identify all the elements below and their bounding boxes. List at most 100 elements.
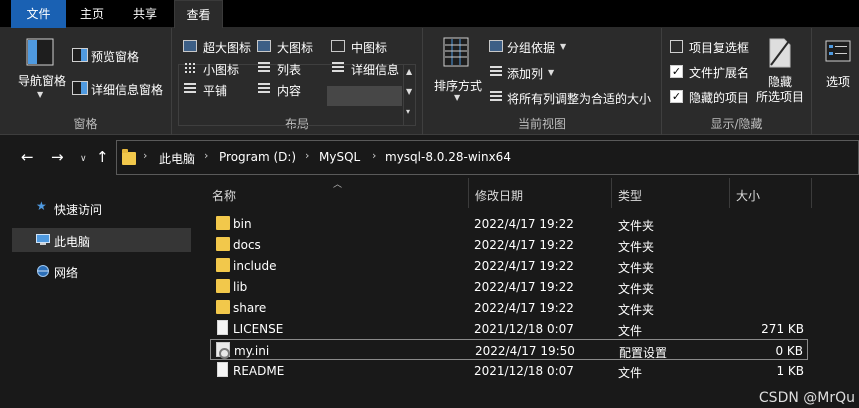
layout-medium[interactable]: 中图标 <box>351 39 387 56</box>
up-arrow-icon[interactable]: ↑ <box>96 149 109 165</box>
nav-pane-icon <box>26 38 54 66</box>
breadcrumb-separator-icon[interactable]: › <box>204 149 208 162</box>
group-label-panes: 窗格 <box>73 117 98 131</box>
layout-content[interactable]: 内容 <box>277 82 301 99</box>
sidebar-item-label: 网络 <box>54 266 79 280</box>
layout-tiles[interactable]: 平铺 <box>203 82 227 99</box>
tab-file[interactable]: 文件 <box>11 0 66 28</box>
layout-extra-large[interactable]: 超大图标 <box>203 39 251 56</box>
breadcrumb-program-d[interactable]: Program (D:) <box>219 150 296 164</box>
file-type: 文件夹 <box>618 282 655 296</box>
breadcrumb-this-pc[interactable]: 此电脑 <box>159 150 195 167</box>
chevron-down-icon: ▼ <box>454 93 461 102</box>
star-icon: ★ <box>36 199 47 213</box>
layout-list[interactable]: 列表 <box>277 61 301 78</box>
selected-items-label: 所选项目 <box>756 90 805 104</box>
tab-share[interactable]: 共享 <box>118 0 172 28</box>
table-row[interactable]: lib 2022/4/17 19:22 文件夹 <box>210 276 808 297</box>
folder-icon <box>122 149 136 165</box>
file-list: ︿ 名称 修改日期 类型 大小 bin 2022/4/17 19:22 文件夹 doc… <box>196 178 859 408</box>
nav-pane-label: 导航窗格 <box>18 74 67 88</box>
column-header-label: 修改日期 <box>475 189 524 203</box>
file-modified: 2021/12/18 0:07 <box>474 322 574 336</box>
file-size: 271 KB <box>761 322 804 336</box>
item-checkboxes-label: 项目复选框 <box>689 41 750 55</box>
group-by-button[interactable]: 分组依据 <box>507 39 555 56</box>
file-name: include <box>233 259 277 273</box>
tab-home[interactable]: 主页 <box>66 0 118 28</box>
breadcrumb-separator-icon[interactable]: › <box>305 149 309 162</box>
computer-icon <box>36 234 50 245</box>
column-header-size[interactable]: 大小 <box>730 178 812 208</box>
nav-pane-button[interactable]: 导航窗格 ▼ <box>14 34 66 104</box>
forward-arrow-icon[interactable]: → <box>51 149 64 165</box>
details-pane-label: 详细信息窗格 <box>91 83 164 97</box>
address-bar[interactable]: › 此电脑 › Program (D:) › MySQL › mysql-8.0… <box>116 140 859 175</box>
table-row[interactable]: LICENSE 2021/12/18 0:07 文件 271 KB <box>210 318 808 339</box>
options-button[interactable]: 选项 <box>818 34 859 106</box>
preview-pane-button[interactable]: 预览窗格 <box>72 47 164 65</box>
file-modified: 2021/12/18 0:07 <box>474 364 574 378</box>
item-checkboxes-checkbox[interactable] <box>670 40 683 53</box>
sort-by-label: 排序方式 <box>434 79 483 93</box>
column-header-name[interactable]: 名称 <box>206 178 469 208</box>
sidebar-item-network[interactable]: 网络 <box>12 259 191 283</box>
navigation-pane: ★ 快速访问 此电脑 网络 <box>0 178 196 408</box>
hide-selected-button[interactable]: 隐藏 所选项目 <box>754 34 810 106</box>
options-label: 选项 <box>826 75 851 89</box>
sidebar-item-quick-access[interactable]: ★ 快速访问 <box>12 196 191 220</box>
extra-large-icons-icon <box>183 40 197 52</box>
sort-icon <box>443 37 469 67</box>
hidden-items-checkbox[interactable]: ✓ <box>670 90 683 103</box>
file-name: share <box>233 301 267 315</box>
size-all-columns-button[interactable]: 将所有列调整为合适的大小 <box>507 90 651 107</box>
preview-pane-label: 预览窗格 <box>91 50 140 64</box>
options-icon <box>825 40 851 62</box>
table-row[interactable]: docs 2022/4/17 19:22 文件夹 <box>210 234 808 255</box>
tab-view[interactable]: 查看 <box>174 0 223 29</box>
chevron-down-icon: ▼ <box>37 90 44 99</box>
watermark: CSDN @MrQu <box>758 390 855 406</box>
back-arrow-icon[interactable]: ← <box>21 149 34 165</box>
file-extensions-checkbox[interactable]: ✓ <box>670 65 683 78</box>
file-modified: 2022/4/17 19:22 <box>474 280 574 294</box>
hidden-items-label: 隐藏的项目 <box>689 91 750 105</box>
layout-gallery-scroller[interactable]: ▲ ▼ ▾ <box>403 65 415 125</box>
column-header-label: 类型 <box>618 189 643 203</box>
layout-details[interactable]: 详细信息 <box>351 61 399 78</box>
group-show-hide: 项目复选框 ✓ 文件扩展名 ✓ 隐藏的项目 隐藏 所选项目 显示/隐藏 <box>662 28 812 135</box>
breadcrumb-separator-icon[interactable]: › <box>143 149 147 162</box>
group-label-current-view: 当前视图 <box>517 117 566 131</box>
content-icon <box>258 83 270 95</box>
column-header-modified[interactable]: 修改日期 <box>469 178 612 208</box>
column-header-label: 大小 <box>736 189 761 203</box>
layout-large[interactable]: 大图标 <box>277 39 313 56</box>
sort-by-button[interactable]: 排序方式 ▼ <box>431 34 483 104</box>
sidebar-item-this-pc[interactable]: 此电脑 <box>12 228 191 252</box>
table-row[interactable]: share 2022/4/17 19:22 文件夹 <box>210 297 808 318</box>
table-row[interactable]: README 2021/12/18 0:07 文件 1 KB <box>210 360 808 381</box>
column-header-row: ︿ 名称 修改日期 类型 大小 <box>196 178 859 208</box>
add-columns-button[interactable]: 添加列 <box>507 65 543 82</box>
medium-icons-icon <box>331 40 345 52</box>
size-columns-icon <box>490 91 502 103</box>
folder-icon <box>216 237 230 251</box>
details-pane-button[interactable]: 详细信息窗格 <box>72 80 168 98</box>
table-row[interactable]: include 2022/4/17 19:22 文件夹 <box>210 255 808 276</box>
breadcrumb-mysql-folder[interactable]: mysql-8.0.28-winx64 <box>385 150 511 164</box>
file-icon <box>217 362 228 377</box>
file-modified: 2022/4/17 19:22 <box>474 259 574 273</box>
recent-locations-chevron-icon[interactable]: ∨ <box>80 154 87 164</box>
layout-small[interactable]: 小图标 <box>203 61 239 78</box>
settings-file-icon <box>216 342 230 359</box>
table-row[interactable]: my.ini 2022/4/17 19:50 配置设置 0 KB <box>210 339 808 360</box>
preview-pane-icon <box>72 48 88 62</box>
column-header-type[interactable]: 类型 <box>612 178 730 208</box>
details-icon <box>332 62 344 74</box>
breadcrumb-separator-icon[interactable]: › <box>372 149 376 162</box>
tiles-icon <box>184 83 196 95</box>
breadcrumb-mysql[interactable]: MySQL <box>319 150 360 164</box>
table-row[interactable]: bin 2022/4/17 19:22 文件夹 <box>210 213 808 234</box>
file-name: my.ini <box>234 344 270 358</box>
file-name: lib <box>233 280 248 294</box>
